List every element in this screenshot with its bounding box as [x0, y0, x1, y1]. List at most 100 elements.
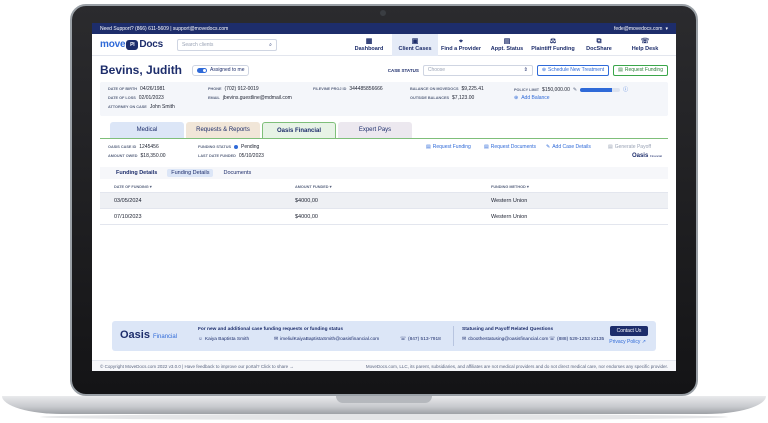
footer-disclaimer: MoveDocs.com, LLC, its parent, subsidiar…	[365, 363, 668, 369]
field-value: 04/26/1981	[140, 86, 166, 92]
oasis-banner-logo: Oasis Financial	[120, 329, 177, 341]
laptop-notch	[336, 396, 432, 403]
table-row[interactable]: 07/10/2023 $4000,00 Western Union	[100, 209, 668, 225]
camera-icon	[380, 10, 386, 16]
tab-expert-pays[interactable]: Expert Pays	[338, 122, 412, 138]
field-value[interactable]: jbevins.guestline@mdmail.com	[223, 95, 292, 101]
patient-name: Bevins, Judith	[100, 63, 183, 77]
calendar-icon: ▤	[503, 37, 511, 45]
nav-help-desk[interactable]: ☏ Help Desk	[622, 34, 668, 56]
field-value: 05/10/2023	[238, 153, 264, 159]
nav-docshare[interactable]: ⧉ DocShare	[576, 34, 622, 56]
status-phone[interactable]: ☏ (888) 529-1253 x2135	[549, 337, 604, 342]
nav-label: Find a Provider	[440, 45, 482, 52]
main-nav: move PI Docs Search clients ⌕ ▦ Dashboard…	[92, 33, 676, 56]
dashboard-icon: ▦	[365, 37, 373, 45]
add-case-details-action[interactable]: ✎ Add Case Details	[546, 144, 591, 150]
action-label: Request Funding	[432, 144, 471, 150]
col-date-of-funding[interactable]: DATE OF FUNDING ▾	[100, 184, 295, 189]
phone-field: PHONE (702) 912-0019	[208, 86, 259, 92]
logo-mark: PI	[126, 39, 139, 50]
logo[interactable]: move PI Docs	[100, 39, 163, 50]
contact-name: ☺ Kaiya Baptista Smith	[198, 337, 249, 342]
cell-date: 07/10/2023	[114, 213, 142, 220]
field-value: John Smith	[149, 104, 175, 110]
field-value: Pending	[240, 144, 260, 150]
contact-us-button[interactable]: Contact Us	[610, 326, 648, 336]
contact-phone[interactable]: ☏ (847) 513-7918	[400, 337, 441, 342]
table-header: DATE OF FUNDING ▾ AMOUNT FUNDED ▾ FUNDIN…	[100, 181, 668, 193]
cell-amount: $4000,00	[295, 197, 318, 204]
privacy-policy-link[interactable]: Privacy Policy ↗	[609, 339, 646, 345]
field-label: POLICY LIMIT	[514, 87, 540, 92]
case-tabs: Medical Requests & Reports Oasis Financi…	[110, 122, 668, 138]
generate-payoff-action[interactable]: ▤ Generate Payoff	[608, 144, 651, 150]
tab-medical[interactable]: Medical	[110, 122, 184, 138]
logo-right: Docs	[139, 39, 163, 50]
nav-find-provider[interactable]: ⌖ Find a Provider	[438, 34, 484, 56]
sort-icon: ▾	[329, 185, 332, 189]
header-label: DATE OF FUNDING	[114, 185, 149, 189]
toggle-switch[interactable]	[197, 67, 208, 73]
field-value: $18,350.00	[140, 153, 166, 159]
request-documents-action[interactable]: ▤ Request Documents	[484, 144, 536, 150]
col-amount-funded[interactable]: AMOUNT FUNDED ▾	[295, 184, 491, 189]
support-text[interactable]: Need Support? (866) 611-5609 | support@m…	[100, 26, 228, 32]
funding-subtabs: Funding Details Funding Details Document…	[100, 167, 668, 179]
field-value: 1245456	[139, 144, 159, 150]
nav-dashboard[interactable]: ▦ Dashboard	[346, 34, 392, 56]
assigned-toggle[interactable]: Assigned to me	[192, 64, 250, 76]
subtab-documents[interactable]: Documents	[219, 169, 255, 177]
document-icon: ⧉	[596, 37, 602, 45]
request-funding-action[interactable]: ▤ Request Funding	[426, 144, 471, 150]
nav-client-cases[interactable]: ▣ Client Cases	[392, 33, 438, 56]
nav-plaintiff-funding[interactable]: ⚖ Plaintiff Funding	[530, 34, 576, 56]
search-input[interactable]: Search clients ⌕	[176, 38, 277, 51]
nav-label: Help Desk	[631, 45, 659, 52]
nav-label: Plaintiff Funding	[531, 45, 575, 52]
oasis-summary: OASIS CASE ID 1245456 AMOUNT OWED $18,350.…	[100, 139, 668, 165]
contact-email[interactable]: ✉ imeliulKaiyaBaptistaSmith@oasisfinancia…	[274, 337, 379, 342]
chevron-down-icon[interactable]: ▾	[665, 26, 668, 32]
footer-copyright[interactable]: © Copyright MoveDocs.com 2022 v3.0.0 | H…	[100, 364, 294, 369]
field-value: 344485856666	[349, 86, 383, 92]
action-label: Add Case Details	[552, 144, 591, 150]
tab-oasis-financial[interactable]: Oasis Financial	[262, 122, 336, 138]
nav-label: Dashboard	[354, 45, 384, 52]
nav-appt-status[interactable]: ▤ Appt. Status	[484, 34, 530, 56]
field-label: OUTSIDE BALANCES	[410, 96, 450, 100]
cell-method: Western Union	[491, 197, 528, 204]
nav-items: ▦ Dashboard ▣ Client Cases ⌖ Find a Provide…	[346, 33, 668, 56]
privacy-label: Privacy Policy	[609, 339, 641, 345]
schedule-treatment-button[interactable]: ⊕ Schedule New Treatment	[536, 64, 610, 76]
funding-requests-title: For new and additional case funding requ…	[198, 327, 343, 332]
info-icon[interactable]: ⓘ	[623, 86, 628, 93]
app-screen: Need Support? (866) 611-5609 | support@m…	[92, 23, 676, 371]
contact-email-text: imeliulKaiyaBaptistaSmith@oasisfinancial…	[280, 337, 380, 342]
request-funding-label: Request Funding	[624, 67, 663, 73]
document-icon: ▤	[608, 144, 613, 150]
request-funding-button[interactable]: ▤ Request Funding	[613, 64, 668, 76]
search-icon[interactable]: ⌕	[269, 42, 272, 48]
add-balance-link[interactable]: ⊕ Add Balance	[514, 95, 550, 101]
field-value: $7,123.00	[452, 95, 475, 101]
contact-name-text: Kaiya Baptista Smith	[204, 337, 250, 342]
table-row[interactable]: 03/05/2024 $4000,00 Western Union	[100, 193, 668, 209]
briefcase-icon: ▣	[411, 37, 419, 45]
tab-requests-reports[interactable]: Requests & Reports	[186, 122, 260, 138]
edit-icon[interactable]: ✎	[573, 87, 577, 93]
sort-icon: ▾	[149, 185, 152, 189]
scale-icon: ⚖	[549, 37, 557, 45]
external-link-icon: ↗	[641, 339, 646, 345]
subtab-funding-details[interactable]: Funding Details	[167, 169, 214, 177]
field-value: $150,000.00	[542, 86, 570, 93]
search-placeholder: Search clients	[181, 41, 214, 48]
user-email[interactable]: fede@movedocs.com	[614, 26, 662, 32]
col-funding-method[interactable]: FUNDING METHOD ▾	[491, 184, 641, 189]
statusing-title: Statusing and Payoff Related Questions	[462, 327, 554, 332]
nav-label: DocShare	[586, 45, 612, 52]
case-status-select[interactable]: Choose ⇕	[422, 64, 533, 76]
field-value: (702) 912-0019	[224, 86, 259, 92]
status-email[interactable]: ✉ cboothestatusing@oasisfinancial.com	[462, 337, 548, 342]
field-label: DATE OF BIRTH	[108, 87, 138, 91]
